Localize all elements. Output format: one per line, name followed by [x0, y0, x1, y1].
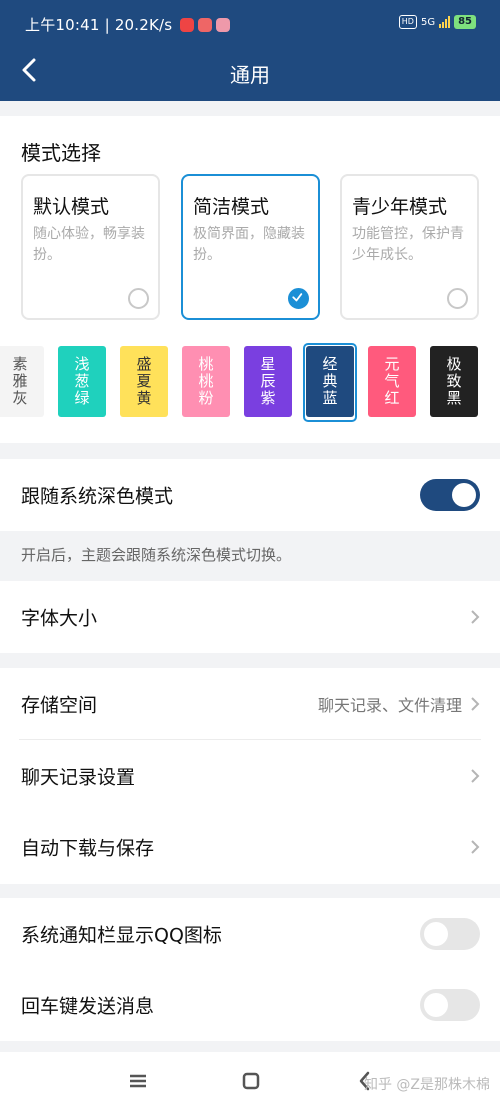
mode-card-teen[interactable]: 青少年模式 功能管控，保护青少年成长。: [340, 174, 479, 320]
chevron-right-icon: [471, 769, 480, 783]
radio-checked-icon[interactable]: [288, 288, 309, 309]
toggle-knob: [452, 483, 476, 507]
chevron-right-icon: [471, 840, 480, 854]
network-label: 5G: [420, 16, 436, 28]
chevron-right-icon: [471, 610, 480, 624]
row-label: 字体大小: [21, 607, 98, 630]
signal-icon: [439, 16, 451, 28]
chevron-right-icon: [471, 697, 480, 711]
theme-swatch-red[interactable]: 元气红: [368, 346, 416, 417]
row-dark-mode[interactable]: 跟随系统深色模式: [0, 459, 500, 531]
nav-bar: 通用: [0, 44, 500, 101]
toggle-knob: [424, 922, 448, 946]
dark-mode-toggle[interactable]: [420, 479, 480, 511]
theme-swatch-pink[interactable]: 桃桃粉: [182, 346, 230, 417]
mode-title: 默认模式: [33, 196, 110, 218]
dark-mode-hint: 开启后，主题会跟随系统深色模式切换。: [21, 546, 292, 564]
row-label: 回车键发送消息: [21, 995, 155, 1018]
radio-unchecked-icon[interactable]: [128, 288, 149, 309]
section-title-mode: 模式选择: [21, 141, 101, 165]
status-bar: 上午10:41 | 20.2K/s HD 5G 85: [0, 0, 500, 44]
row-enter-send[interactable]: 回车键发送消息: [0, 969, 500, 1041]
row-chat-history[interactable]: 聊天记录设置: [0, 740, 500, 812]
watermark-text: 知乎 @Z是那株木棉: [363, 1077, 490, 1093]
theme-swatch-gray[interactable]: 素雅灰: [0, 346, 44, 417]
toggle-knob: [424, 993, 448, 1017]
notification-icon: [180, 17, 195, 32]
row-label: 跟随系统深色模式: [21, 485, 174, 508]
mode-card-default[interactable]: 默认模式 随心体验，畅享装扮。: [21, 174, 160, 320]
mode-title: 青少年模式: [352, 196, 448, 218]
home-icon[interactable]: [239, 1070, 263, 1092]
row-value: 聊天记录、文件清理: [317, 696, 462, 715]
theme-swatch-black[interactable]: 极致黑: [430, 346, 478, 417]
battery-icon: 85: [454, 15, 476, 29]
row-label: 聊天记录设置: [21, 766, 136, 789]
menu-icon[interactable]: [126, 1070, 150, 1092]
selected-theme-ring: [303, 343, 357, 422]
mode-desc: 随心体验，畅享装扮。: [33, 226, 145, 263]
app-header: 上午10:41 | 20.2K/s HD 5G 85 通用: [0, 0, 500, 101]
status-left: 上午10:41 | 20.2K/s: [25, 14, 231, 35]
radio-unchecked-icon[interactable]: [447, 288, 468, 309]
status-time-speed: 上午10:41 | 20.2K/s: [25, 16, 173, 34]
mode-title: 简洁模式: [193, 196, 270, 218]
system-nav-bar: 知乎 @Z是那株木棉: [0, 1052, 500, 1111]
hd-icon: HD: [398, 15, 417, 29]
notify-icon-toggle[interactable]: [420, 918, 480, 950]
row-font-size[interactable]: 字体大小: [0, 581, 500, 653]
row-label: 存储空间: [21, 694, 98, 717]
mode-card-simple[interactable]: 简洁模式 极简界面，隐藏装扮。: [181, 174, 320, 320]
row-notify-icon[interactable]: 系统通知栏显示QQ图标: [0, 898, 500, 970]
notification-icons: [180, 17, 231, 32]
row-storage[interactable]: 存储空间 聊天记录、文件清理: [0, 668, 500, 740]
enter-send-toggle[interactable]: [420, 989, 480, 1021]
theme-swatch-strip: 素雅灰 浅葱绿 盛夏黄 桃桃粉 星辰紫 经典蓝 元气红 极致黑: [0, 346, 500, 420]
alarm-icon: [198, 17, 213, 32]
mode-desc: 功能管控，保护青少年成长。: [352, 226, 464, 263]
row-auto-download[interactable]: 自动下载与保存: [0, 811, 500, 883]
row-label: 系统通知栏显示QQ图标: [21, 924, 222, 947]
theme-swatch-purple[interactable]: 星辰紫: [244, 346, 292, 417]
status-right: HD 5G 85: [398, 15, 476, 29]
app-notification-icon: [216, 17, 231, 32]
page-title: 通用: [230, 63, 270, 87]
row-label: 自动下载与保存: [21, 837, 155, 860]
theme-swatch-green[interactable]: 浅葱绿: [58, 346, 106, 417]
theme-swatch-yellow[interactable]: 盛夏黄: [120, 346, 168, 417]
mode-desc: 极简界面，隐藏装扮。: [193, 226, 305, 263]
